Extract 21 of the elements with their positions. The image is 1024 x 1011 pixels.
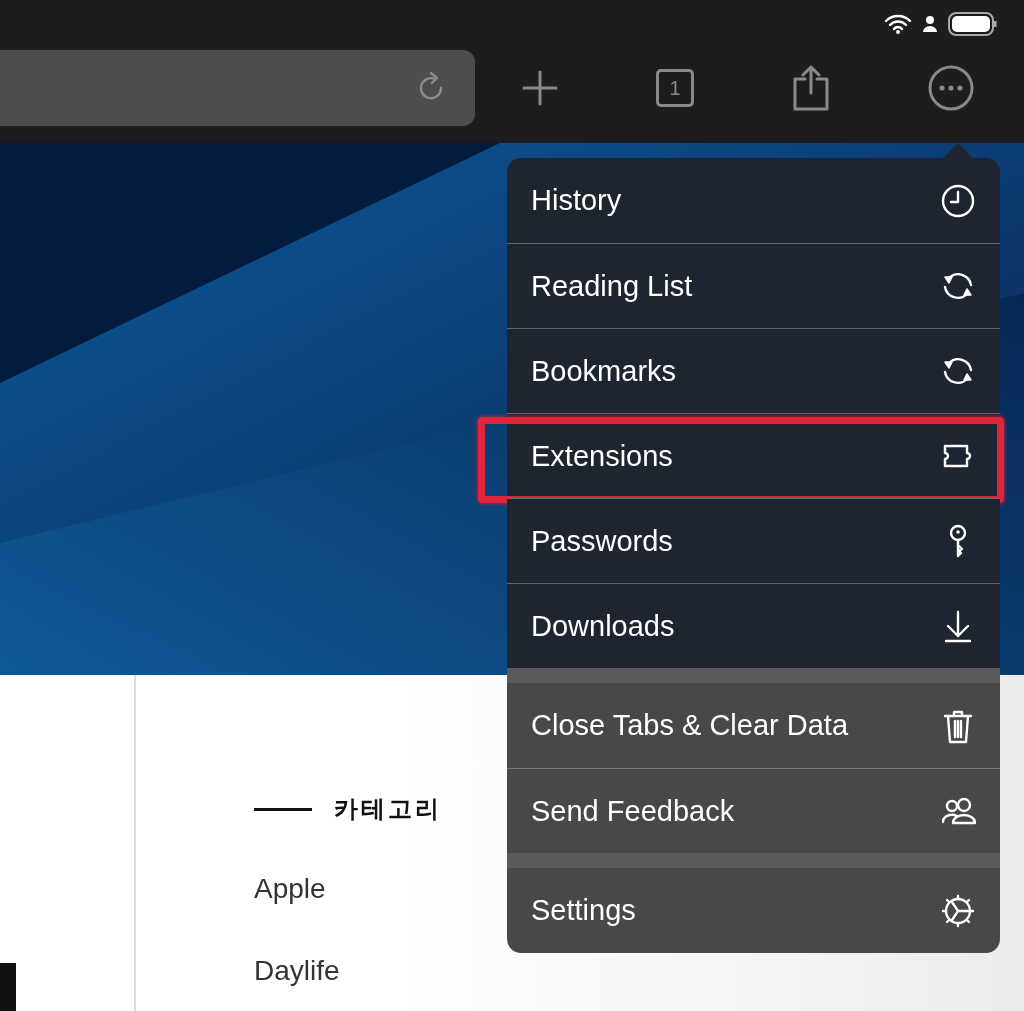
battery-icon: [948, 12, 998, 36]
wifi-icon: [884, 14, 912, 34]
plus-icon[interactable]: [522, 70, 558, 106]
settings-icon: [940, 892, 976, 929]
menu-item[interactable]: Reading List: [507, 243, 1000, 328]
category-link[interactable]: Apple: [254, 873, 442, 905]
share-icon[interactable]: [792, 65, 830, 111]
menu-item[interactable]: History: [507, 158, 1000, 243]
clock-icon: [940, 182, 976, 219]
menu-item[interactable]: Send Feedback: [507, 768, 1000, 853]
photo-placeholder: [0, 963, 16, 1011]
category-heading: 카테고리: [334, 794, 442, 825]
menu-item[interactable]: Close Tabs & Clear Data: [507, 683, 1000, 768]
menu-item[interactable]: Settings: [507, 868, 1000, 953]
category-link[interactable]: Daylife: [254, 955, 442, 987]
menu-item[interactable]: Passwords: [507, 498, 1000, 583]
person-icon: [922, 15, 938, 33]
more-icon[interactable]: [928, 65, 974, 111]
menu-item[interactable]: Downloads: [507, 583, 1000, 668]
menu-item[interactable]: Bookmarks: [507, 328, 1000, 413]
tab-count-button[interactable]: 1: [656, 69, 694, 107]
